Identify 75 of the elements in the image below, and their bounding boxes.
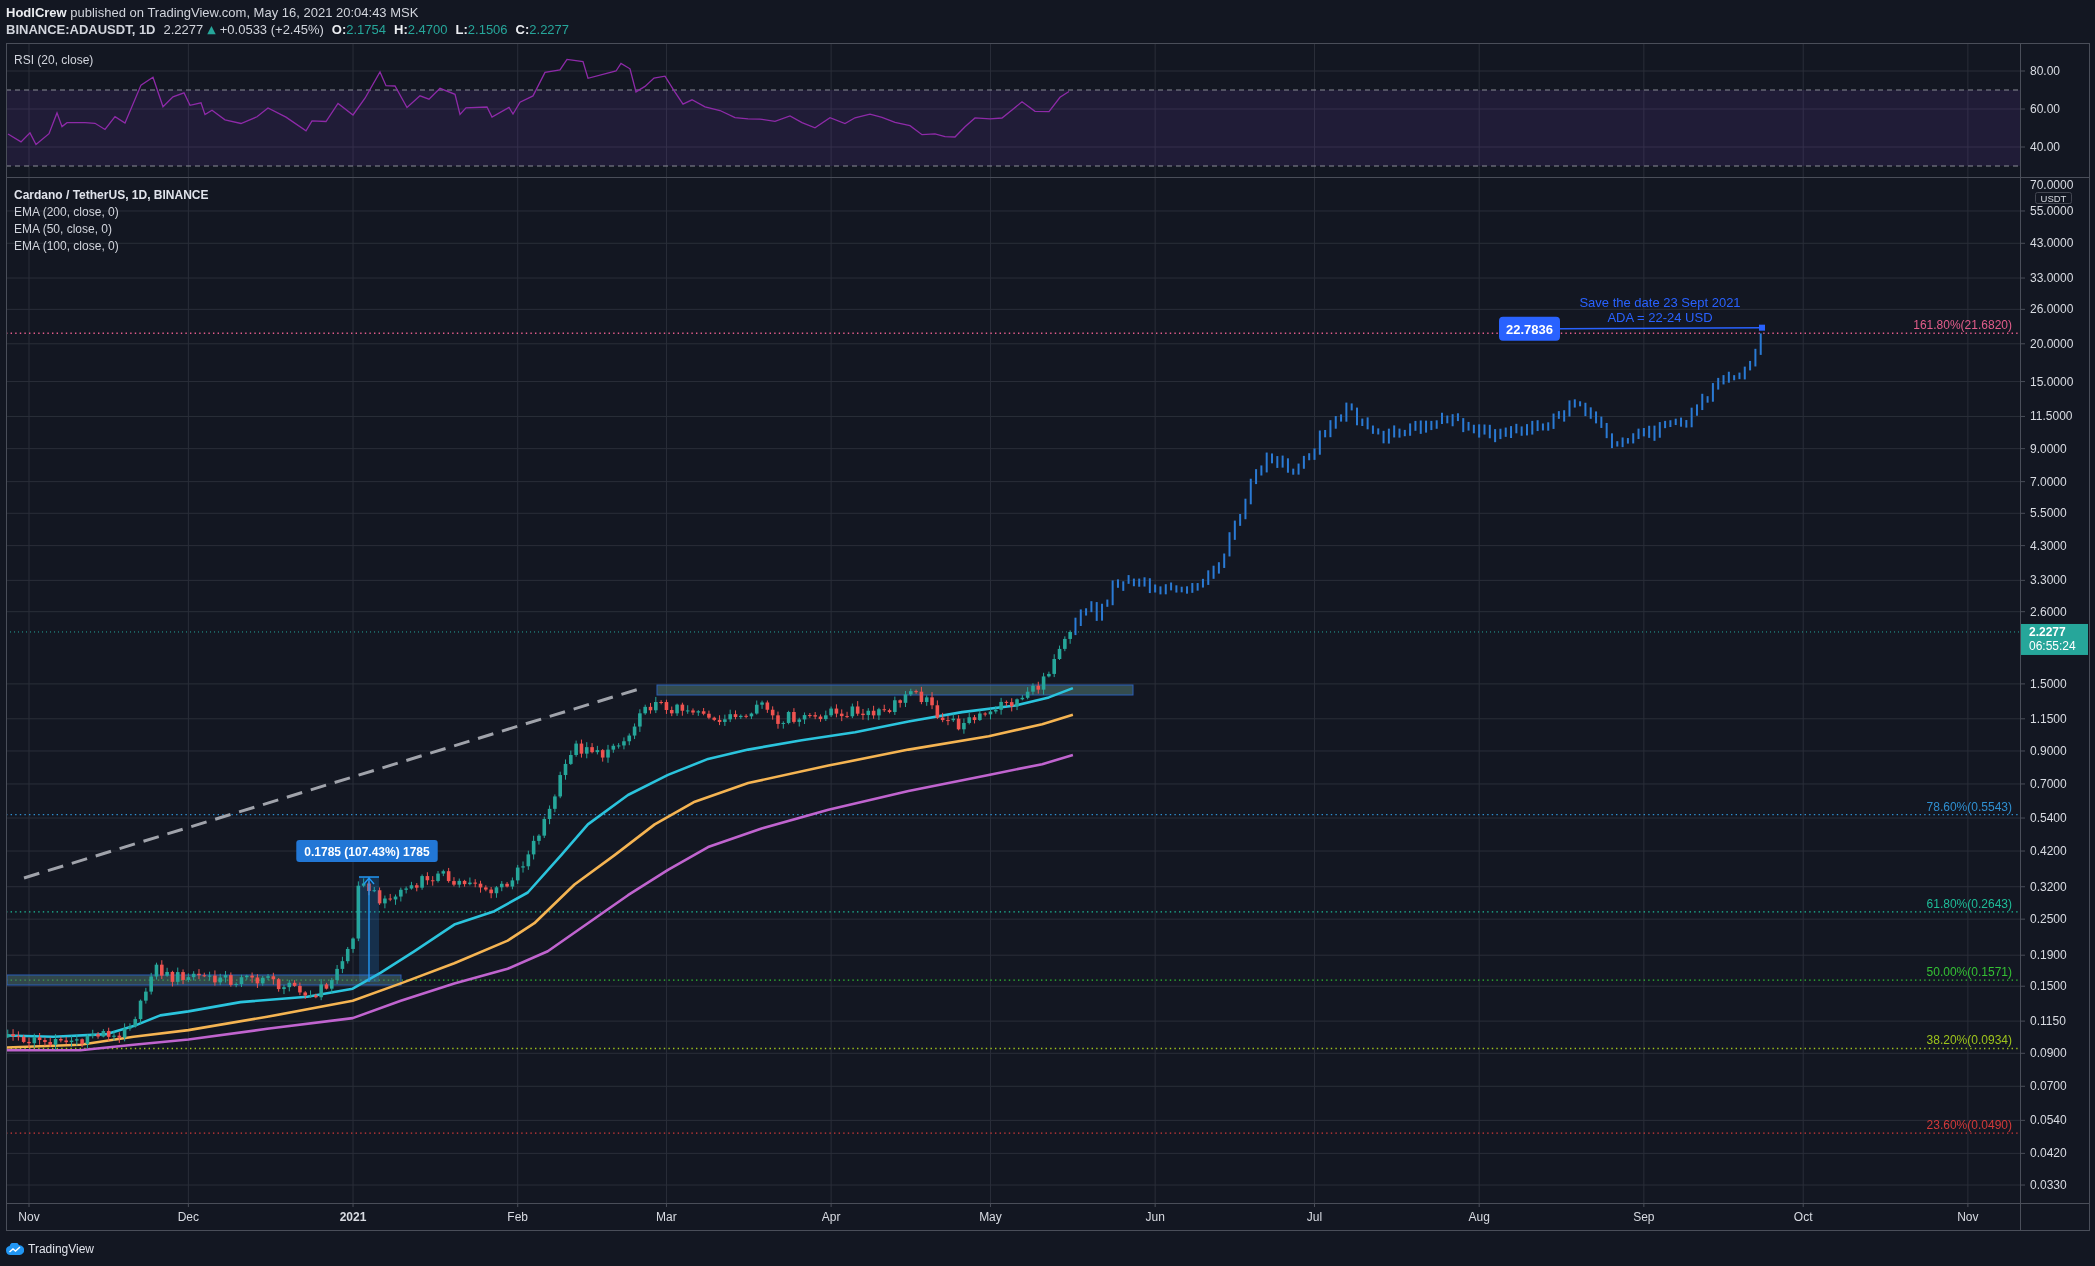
- time-axis-label: 2021: [339, 1210, 367, 1224]
- indicator-label: EMA (200, close, 0): [14, 205, 119, 219]
- axis-label: 0.4200: [2030, 844, 2067, 859]
- axis-label: 43.0000: [2030, 236, 2074, 251]
- ohlc-reading: L:2.1506: [455, 21, 508, 38]
- axis-label: 0.7000: [2030, 776, 2067, 791]
- fibonacci-label: 161.80%(21.6820): [1913, 318, 2012, 333]
- ohlc-reading: H:2.4700: [394, 21, 448, 38]
- rsi-title: RSI (20, close): [14, 53, 94, 67]
- axis-label: 7.0000: [2030, 474, 2067, 489]
- axis-label: 26.0000: [2030, 302, 2074, 317]
- axis-label: 3.3000: [2030, 573, 2067, 588]
- axis-label: 0.0900: [2030, 1046, 2067, 1061]
- fibonacci-label: 50.00%(0.1571): [1926, 965, 2012, 980]
- axis-label: 0.2500: [2030, 912, 2067, 927]
- axis-label: 0.1500: [2030, 979, 2067, 994]
- axis-label: 0.3200: [2030, 879, 2067, 894]
- price-target-tag: 22.7836: [1499, 316, 1560, 341]
- axis-label: 11.5000: [2030, 409, 2073, 424]
- annotation-text: ADA = 22-24 USD: [1607, 309, 1713, 325]
- axis-label: 40.00: [2030, 140, 2061, 154]
- time-axis-label: Oct: [1793, 1210, 1813, 1224]
- axis-label: 1.1500: [2030, 711, 2067, 726]
- last-price-value: 2.2277: [2029, 624, 2066, 639]
- time-axis-label: Mar: [656, 1210, 677, 1224]
- axis-label: 80.00: [2030, 64, 2061, 78]
- axis-label: 5.5000: [2030, 506, 2067, 521]
- axis-label: 0.0420: [2030, 1146, 2067, 1161]
- time-axis-label: Feb: [507, 1210, 529, 1224]
- time-axis-label: Nov: [1957, 1210, 1979, 1224]
- axis-label: 20.0000: [2030, 336, 2074, 351]
- axis-label: 2.6000: [2030, 604, 2067, 619]
- time-axis-label: Jul: [1306, 1210, 1323, 1224]
- ohlc-reading: C:2.2277: [515, 21, 570, 38]
- axis-label: 70.0000: [2030, 178, 2074, 192]
- axis-label: 4.3000: [2030, 538, 2067, 553]
- annotation-text: Save the date 23 Sept 2021: [1579, 294, 1741, 310]
- axis-label: 0.1900: [2030, 948, 2067, 963]
- last-price: 2.2277: [163, 21, 204, 38]
- axis-label: 0.9000: [2030, 743, 2067, 758]
- axis-label: 33.0000: [2030, 271, 2074, 286]
- up-triangle-icon: ▲: [207, 21, 216, 38]
- cloud-icon: [6, 1243, 24, 1255]
- time-axis-label: Aug: [1468, 1210, 1490, 1224]
- indicator-label: EMA (50, close, 0): [14, 222, 113, 236]
- axis-label: 0.1150: [2030, 1014, 2066, 1029]
- time-axis-label: Dec: [177, 1210, 200, 1224]
- axis-label: 1.5000: [2030, 676, 2067, 691]
- ohlc-reading: O:2.1754: [331, 21, 387, 38]
- time-axis-label: Sep: [1633, 1210, 1655, 1224]
- time-axis-label: Apr: [821, 1210, 841, 1224]
- axis-label: 15.0000: [2030, 374, 2074, 389]
- time-axis-label: May: [979, 1210, 1002, 1224]
- axis-label: 0.0540: [2030, 1113, 2067, 1128]
- currency-label: USDT: [2035, 192, 2072, 204]
- indicator-label: EMA (100, close, 0): [14, 239, 119, 253]
- fibonacci-label: 23.60%(0.0490): [1926, 1118, 2012, 1133]
- countdown-timer: 06:55:24: [2029, 638, 2076, 653]
- chart-title: Cardano / TetherUS, 1D, BINANCE: [14, 188, 209, 202]
- axis-label: 0.0330: [2030, 1178, 2067, 1193]
- axis-label: 60.00: [2030, 102, 2061, 116]
- time-axis-label: Nov: [18, 1210, 40, 1224]
- time-axis-label: Jun: [1145, 1210, 1165, 1224]
- fibonacci-label: 38.20%(0.0934): [1926, 1033, 2012, 1048]
- brand-name: TradingView: [28, 1241, 95, 1258]
- price-change: +0.0533 (+2.45%): [219, 21, 324, 38]
- fibonacci-label: 78.60%(0.5543): [1926, 799, 2012, 814]
- axis-label: 9.0000: [2030, 441, 2067, 456]
- measure-tag: 0.1785 (107.43%) 1785: [296, 840, 438, 862]
- fibonacci-label: 61.80%(0.2643): [1926, 896, 2012, 911]
- axis-label: 0.0700: [2030, 1079, 2067, 1094]
- symbol-name: BINANCE:ADAUSDT, 1D: [6, 21, 156, 38]
- axis-label: 55.0000: [2030, 203, 2074, 218]
- publish-info: HodlCrew published on TradingView.com, May 16, 2021 20:04:43 MSK: [6, 4, 419, 21]
- axis-label: 0.5400: [2030, 811, 2067, 826]
